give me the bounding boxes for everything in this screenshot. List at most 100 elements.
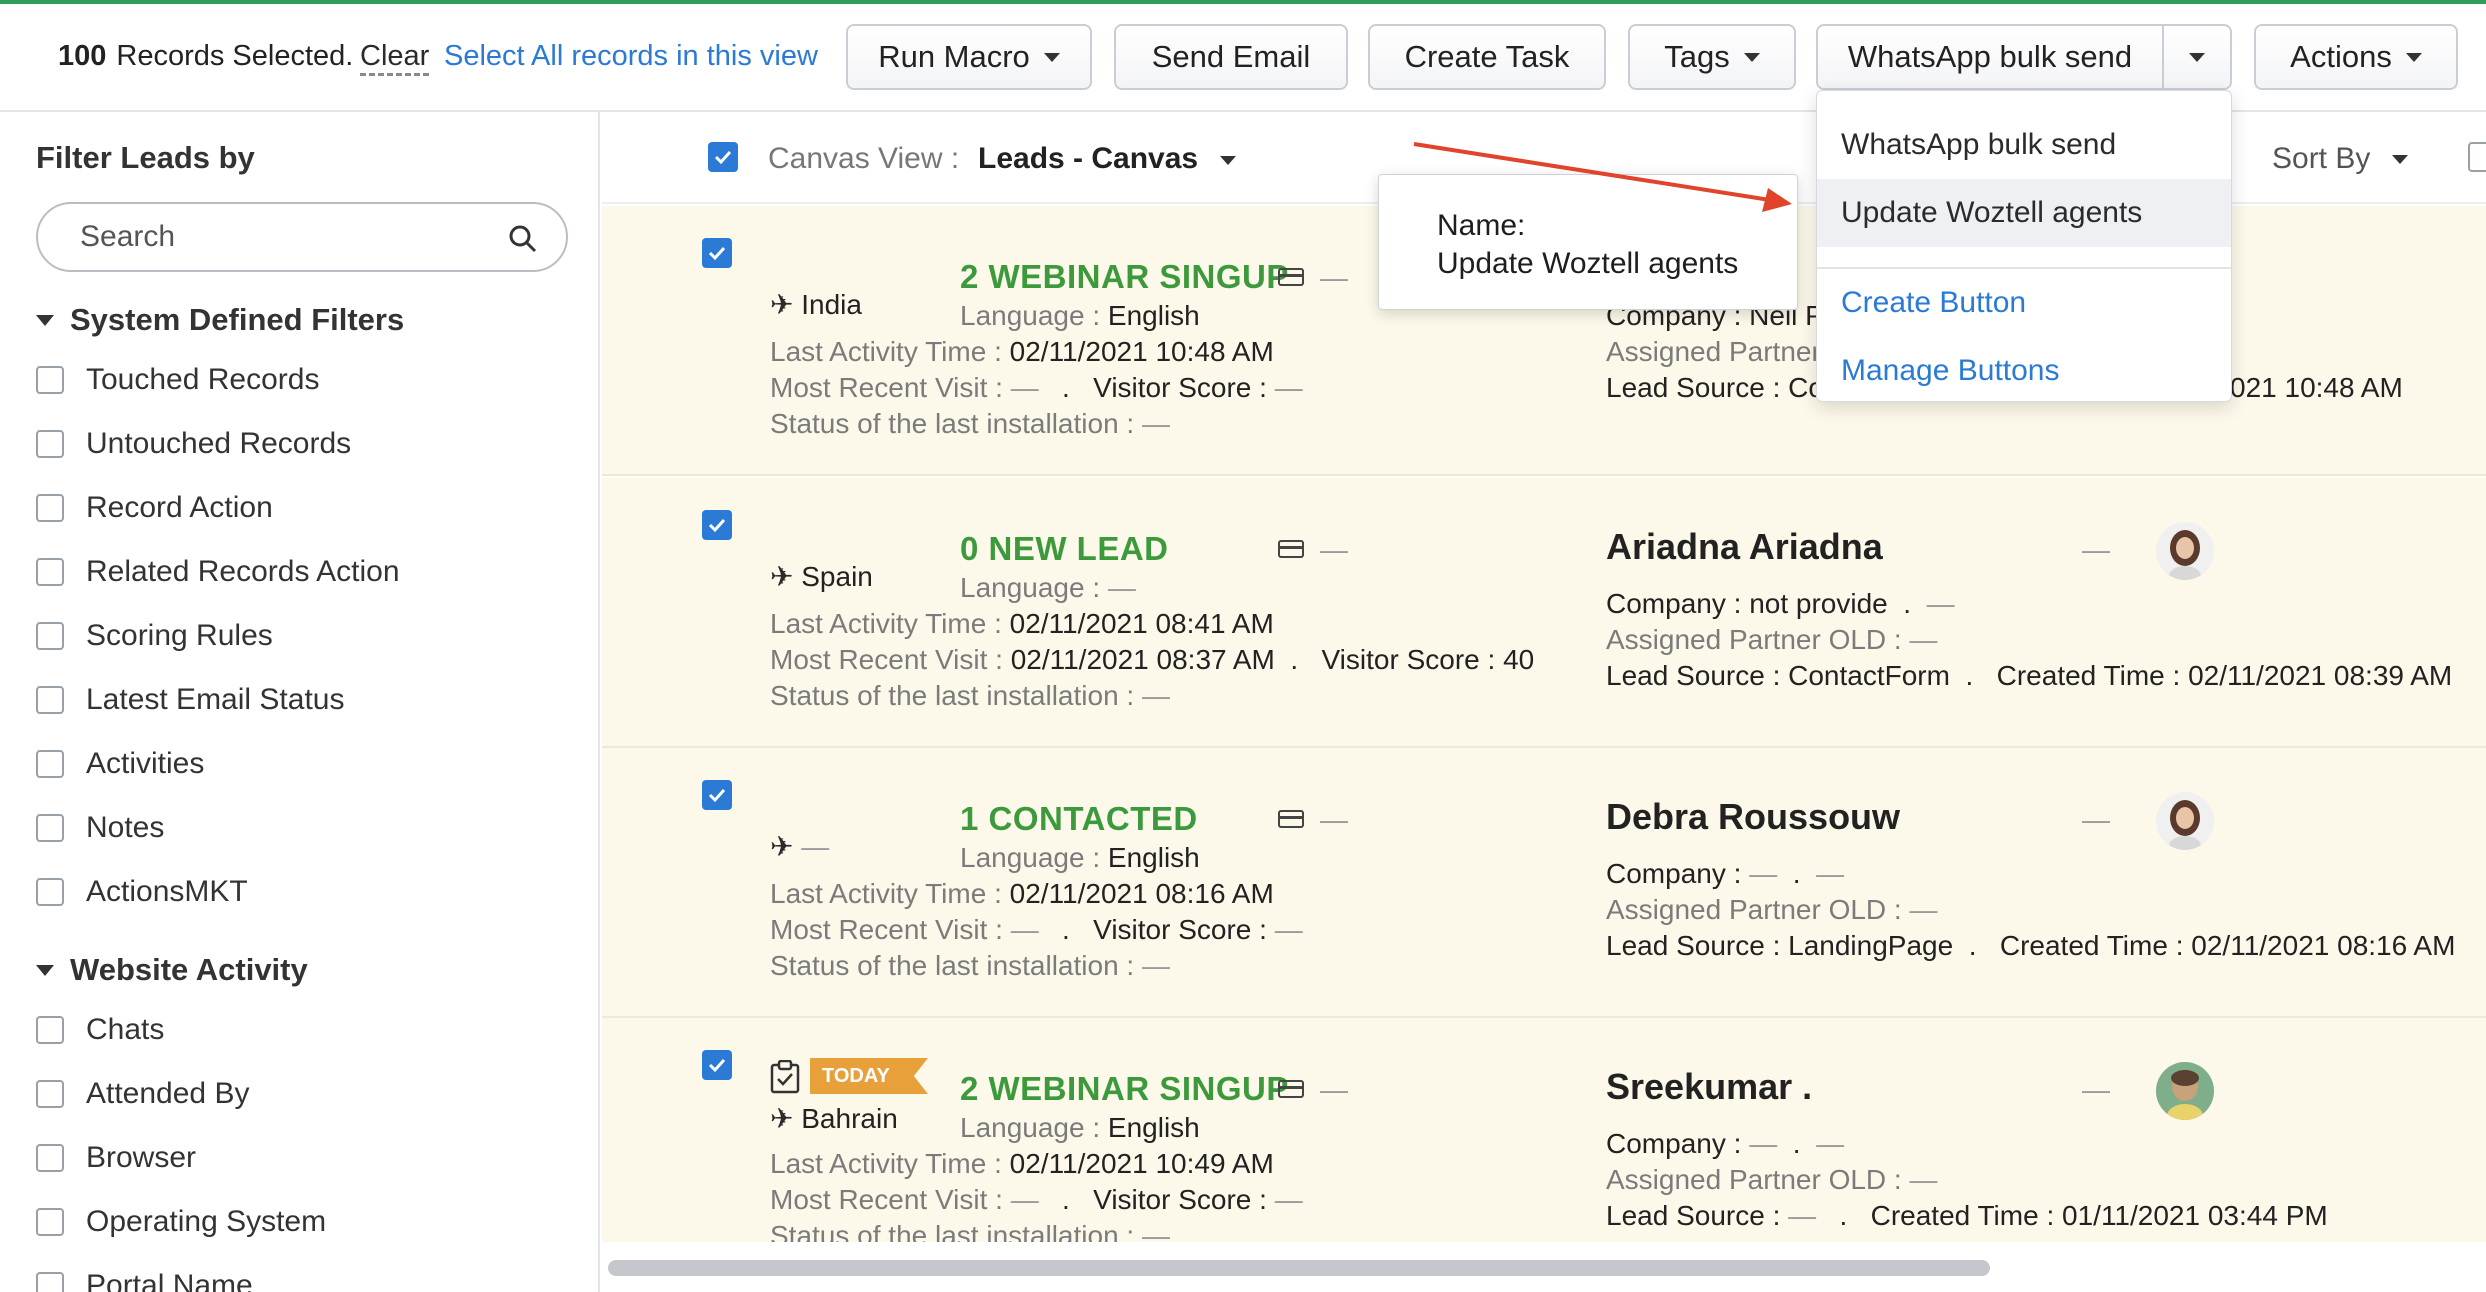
filter-untouched-records[interactable]: Untouched Records [36, 424, 351, 464]
plane-icon: ✈ [770, 1103, 794, 1134]
menu-item-create-button[interactable]: Create Button [1817, 269, 2231, 337]
checkbox[interactable] [36, 366, 64, 394]
selected-count-text: 100 Records Selected. [58, 40, 353, 73]
filter-browser[interactable]: Browser [36, 1138, 196, 1178]
most-recent-visit-value: — [1010, 1184, 1039, 1215]
menu-item-whatsapp-bulk-send[interactable]: WhatsApp bulk send [1817, 111, 2231, 179]
send-email-button[interactable]: Send Email [1114, 24, 1348, 90]
filter-label: Attended By [86, 1077, 250, 1110]
chevron-down-icon [2392, 154, 2409, 164]
checkbox[interactable] [36, 558, 64, 586]
separator-dot: . [1792, 1128, 1801, 1159]
menu-item-manage-buttons[interactable]: Manage Buttons [1817, 337, 2231, 405]
visitor-score-label: Visitor Score : [1321, 644, 1496, 675]
tags-button[interactable]: Tags [1628, 24, 1796, 90]
checkbox[interactable] [36, 622, 64, 650]
company-value: not provide [1749, 588, 1888, 619]
checkbox[interactable] [36, 1272, 64, 1292]
filter-operating-system[interactable]: Operating System [36, 1202, 326, 1242]
checkbox[interactable] [36, 1144, 64, 1172]
separator-dot: . [1290, 644, 1299, 675]
checkbox[interactable] [36, 1208, 64, 1236]
source-field-partial: Lead Source : Con [1606, 372, 1840, 403]
filter-record-action[interactable]: Record Action [36, 488, 273, 528]
create-task-button[interactable]: Create Task [1368, 24, 1606, 90]
company-extra: — [1926, 588, 1955, 619]
canvas-view-value: Leads - Canvas [978, 142, 1199, 175]
filter-related-records-action[interactable]: Related Records Action [36, 552, 400, 592]
filter-attended-by[interactable]: Attended By [36, 1074, 249, 1114]
checkbox[interactable] [36, 494, 64, 522]
filter-scoring-rules[interactable]: Scoring Rules [36, 616, 273, 656]
lead-name[interactable]: Debra Roussouw [1606, 796, 1900, 838]
lead-card[interactable]: ✈ Spain 0 NEW LEAD — Language : — Last A… [602, 478, 2486, 748]
filter-touched-records[interactable]: Touched Records [36, 360, 319, 400]
card-checkbox[interactable] [702, 510, 732, 540]
checkbox[interactable] [36, 686, 64, 714]
whatsapp-split-button: WhatsApp bulk send [1816, 24, 2232, 90]
filter-label: Activities [86, 747, 205, 780]
sort-by-label: Sort By [2272, 142, 2371, 175]
filter-label: Untouched Records [86, 427, 352, 460]
filter-notes[interactable]: Notes [36, 808, 164, 848]
most-recent-visit-value: 02/11/2021 08:37 AM [1010, 644, 1275, 675]
checkbox[interactable] [36, 878, 64, 906]
checkbox[interactable] [36, 750, 64, 778]
created-time-label: Created Time : [1999, 930, 2184, 961]
visit-field: Most Recent Visit : — . Visitor Score : … [770, 372, 1303, 404]
filter-portal-name[interactable]: Portal Name [36, 1266, 253, 1292]
checkbox[interactable] [36, 1080, 64, 1108]
most-recent-visit-value: — [1010, 914, 1039, 945]
whatsapp-menu-toggle[interactable] [2164, 26, 2230, 88]
tooltip-name-value: Update Woztell agents [1437, 247, 1739, 280]
search-placeholder: Search [80, 220, 176, 253]
last-activity-label: Last Activity Time : [770, 336, 1002, 367]
header-checkbox-right[interactable] [2468, 142, 2486, 172]
select-all-checkbox[interactable] [708, 142, 738, 172]
sort-by-dropdown[interactable]: Sort By [2272, 142, 2409, 176]
last-activity-value: 02/11/2021 08:16 AM [1009, 878, 1274, 909]
actions-button[interactable]: Actions [2254, 24, 2458, 90]
last-activity-label: Last Activity Time : [770, 608, 1002, 639]
card-checkbox[interactable] [702, 1050, 732, 1080]
lead-source-label: Lead Source : [1606, 930, 1781, 961]
name-extra-value: — [2082, 1074, 2110, 1105]
menu-item-update-woztell-agents[interactable]: Update Woztell agents [1817, 179, 2231, 247]
filter-chats[interactable]: Chats [36, 1010, 164, 1050]
sidebar-search-input[interactable]: Search [36, 202, 568, 272]
card-checkbox[interactable] [702, 780, 732, 810]
collapse-icon [36, 314, 54, 326]
checkbox[interactable] [36, 1016, 64, 1044]
filter-activities[interactable]: Activities [36, 744, 204, 784]
filter-latest-email-status[interactable]: Latest Email Status [36, 680, 344, 720]
clear-selection-link[interactable]: Clear [360, 40, 429, 73]
company-field: Company : not provide . — [1606, 588, 1955, 620]
card-type-icon [1278, 810, 1304, 828]
lead-name[interactable]: Ariadna Ariadna [1606, 526, 1883, 568]
run-macro-button[interactable]: Run Macro [846, 24, 1092, 90]
canvas-view-selector[interactable]: Leads - Canvas [978, 142, 1237, 176]
collapse-icon [36, 964, 54, 976]
filter-actionsmkt[interactable]: ActionsMKT [36, 872, 248, 912]
card-checkbox[interactable] [702, 238, 732, 268]
select-all-link[interactable]: Select All records in this view [444, 40, 818, 73]
horizontal-scrollbar[interactable] [608, 1260, 1990, 1276]
separator-dot: . [1839, 1200, 1848, 1231]
country-value: Bahrain [801, 1103, 898, 1134]
company-extra: — [1816, 858, 1845, 889]
whatsapp-bulk-send-button[interactable]: WhatsApp bulk send [1818, 26, 2164, 88]
partner-value: — [1909, 1164, 1938, 1195]
install-status-value: — [1142, 950, 1170, 981]
website-activity-section[interactable]: Website Activity [36, 952, 308, 988]
partner-label: Assigned Partner OLD : [1606, 624, 1902, 655]
created-time-label: Created Time : [1870, 1200, 2055, 1231]
lead-card[interactable]: ✈ — 1 CONTACTED — Language : English Las… [602, 748, 2486, 1018]
language-field: Language : English [960, 842, 1200, 874]
checkmark-icon [708, 518, 726, 533]
lead-name[interactable]: Sreekumar . [1606, 1066, 1812, 1108]
last-activity-field: Last Activity Time : 02/11/2021 10:48 AM [770, 336, 1274, 368]
system-filters-section[interactable]: System Defined Filters [36, 302, 404, 338]
checkbox[interactable] [36, 814, 64, 842]
partner-label: Assigned Partner OLD : [1606, 1164, 1902, 1195]
checkbox[interactable] [36, 430, 64, 458]
